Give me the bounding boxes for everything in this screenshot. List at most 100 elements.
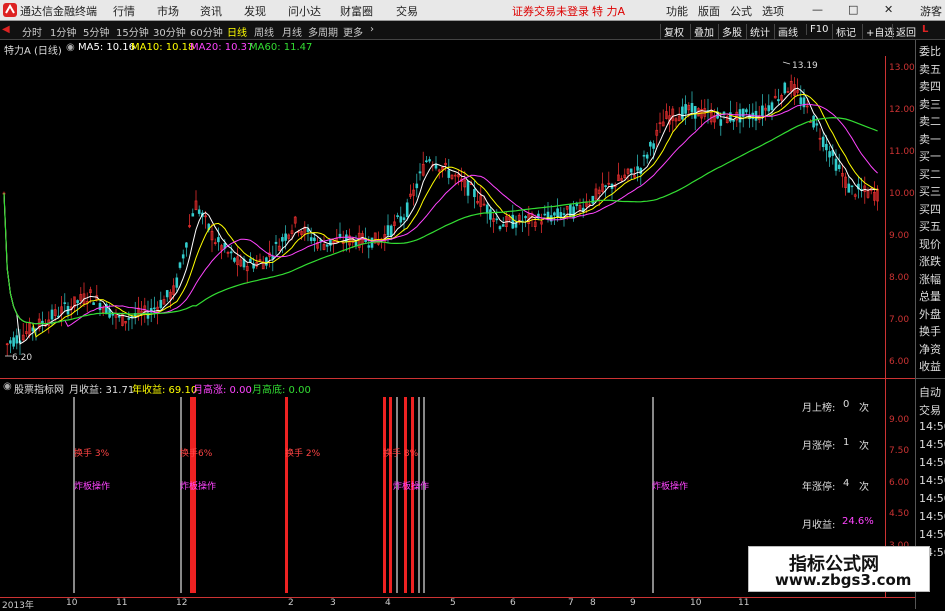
trade-panel-item[interactable]: 14:50: [919, 438, 945, 451]
trade-panel-item[interactable]: 14:50: [919, 528, 945, 541]
trade-panel-item[interactable]: 14:50: [919, 420, 945, 433]
quote-panel-item[interactable]: 收益: [919, 358, 941, 374]
chart-settings-icon[interactable]: ◉: [66, 42, 75, 53]
btn-overlay[interactable]: 叠加: [690, 24, 714, 39]
trade-panel-item[interactable]: 14:50: [919, 492, 945, 505]
signal-label: 炸板操作: [652, 482, 689, 492]
minimize-icon[interactable]: —: [812, 3, 823, 16]
indicator-info-bar: ◉ 股票指标网 月收益: 31.71 年收益: 69.10 月高涨: 0.00 …: [0, 379, 885, 396]
ma5-value: MA5: 10.16: [78, 42, 136, 53]
app-title: 通达信金融终端: [20, 5, 97, 18]
date-axis: 2013年 10 11 12 2 3 4 5 6 7 8 9 10 11: [0, 597, 915, 611]
menu-news[interactable]: 资讯: [200, 3, 222, 19]
period-weekly[interactable]: 周线: [254, 24, 274, 39]
indicator-tick: 7.50: [889, 446, 910, 456]
period-more[interactable]: 更多: [343, 24, 363, 39]
user-label[interactable]: 游客: [920, 3, 942, 19]
login-status[interactable]: 证券交易未登录: [512, 3, 589, 19]
kline-chart[interactable]: 13.19 6.20: [0, 56, 885, 376]
period-intraday[interactable]: 分时: [22, 24, 42, 39]
date-tick: 2013年: [2, 601, 34, 611]
period-15min[interactable]: 15分钟: [116, 24, 149, 39]
more-chevron-icon[interactable]: ›: [370, 24, 374, 35]
stat-value: 24.6%: [842, 516, 874, 527]
period-1min[interactable]: 1分钟: [50, 24, 76, 39]
trade-panel-item[interactable]: 14:50: [919, 474, 945, 487]
indicator-settings-icon[interactable]: ◉: [3, 381, 12, 392]
level2-icon[interactable]: L: [922, 24, 928, 35]
price-tick: 6.00: [889, 357, 910, 367]
btn-mark[interactable]: 标记: [832, 24, 856, 39]
period-arrow-icon[interactable]: ◀: [2, 24, 10, 35]
signal-label: 换手 3%: [74, 449, 110, 459]
quote-panel-item[interactable]: 买四: [919, 201, 941, 217]
quote-panel-item[interactable]: 买三: [919, 183, 941, 199]
btn-adjust[interactable]: 复权: [660, 24, 684, 39]
stat-label: 月涨停:: [802, 441, 836, 452]
menu-hq[interactable]: 行情: [113, 3, 135, 19]
period-60min[interactable]: 60分钟: [190, 24, 223, 39]
period-multi[interactable]: 多周期: [308, 24, 338, 39]
quote-panel-item[interactable]: 买五: [919, 218, 941, 234]
quote-panel: 委比卖五 卖四卖三 卖二卖一 买一买二 买三买四 买五现价 涨跌涨幅 总量外盘 换手净资 收益 自…: [915, 40, 945, 609]
chart-info-bar: 特力A (日线) ◉ MA5: 10.16 MA10: 10.18 MA20: …: [0, 40, 915, 57]
quote-panel-item[interactable]: 卖四: [919, 78, 941, 94]
btn-back[interactable]: 返回: [892, 24, 916, 39]
indicator-tick: 4.50: [889, 509, 910, 519]
quote-panel-item[interactable]: 换手: [919, 323, 941, 339]
menu-market[interactable]: 市场: [157, 3, 179, 19]
quote-panel-item[interactable]: 卖二: [919, 113, 941, 129]
trade-panel-item[interactable]: 14:50: [919, 456, 945, 469]
period-daily[interactable]: 日线: [227, 24, 247, 39]
signal-bar: [404, 397, 407, 593]
restore-icon[interactable]: □: [848, 3, 858, 16]
btn-multistock[interactable]: 多股: [718, 24, 742, 39]
price-tick: 11.00: [889, 147, 915, 157]
signal-bar: [285, 397, 288, 593]
btn-draw[interactable]: 画线: [774, 24, 798, 39]
trade-panel-item[interactable]: 交易: [919, 402, 941, 418]
signal-bar: [193, 397, 196, 593]
stat-value: 0: [843, 399, 850, 410]
quote-panel-item[interactable]: 涨跌: [919, 253, 941, 269]
quote-panel-item[interactable]: 委比: [919, 43, 941, 59]
ma60-line: [3, 116, 878, 325]
quote-panel-item[interactable]: 卖三: [919, 96, 941, 112]
price-tick: 13.00: [889, 63, 915, 73]
quote-panel-item[interactable]: 总量: [919, 288, 941, 304]
trade-panel-item[interactable]: 自动: [919, 384, 941, 400]
indicator-tick: 9.00: [889, 415, 910, 425]
signal-bar: [423, 397, 425, 593]
menu-trade[interactable]: 交易: [396, 3, 418, 19]
quote-panel-item[interactable]: 买二: [919, 166, 941, 182]
menu-discover[interactable]: 发现: [244, 3, 266, 19]
close-icon[interactable]: ✕: [884, 3, 893, 16]
menu-xiaoda[interactable]: 问小达: [288, 3, 321, 19]
quote-panel-item[interactable]: 外盘: [919, 306, 941, 322]
quote-panel-item[interactable]: 卖五: [919, 61, 941, 77]
btn-formula[interactable]: 公式: [730, 3, 752, 19]
signal-bar: [73, 397, 75, 593]
period-30min[interactable]: 30分钟: [153, 24, 186, 39]
btn-f10[interactable]: F10: [806, 24, 828, 35]
period-5min[interactable]: 5分钟: [83, 24, 109, 39]
btn-add-favorite[interactable]: +自选: [862, 24, 894, 39]
btn-layout[interactable]: 版面: [698, 3, 720, 19]
trade-panel-item[interactable]: 14:50: [919, 510, 945, 523]
btn-stats[interactable]: 统计: [746, 24, 770, 39]
indicator-name[interactable]: 股票指标网: [14, 381, 64, 396]
period-monthly[interactable]: 月线: [282, 24, 302, 39]
signal-label: 换手 2%: [285, 449, 321, 459]
quote-panel-item[interactable]: 卖一: [919, 131, 941, 147]
btn-options[interactable]: 选项: [762, 3, 784, 19]
signal-bar: [411, 397, 414, 593]
quote-panel-item[interactable]: 现价: [919, 236, 941, 252]
price-axis: 13.00 12.00 11.00 10.00 9.00 8.00 7.00 6…: [885, 56, 916, 378]
quote-panel-item[interactable]: 买一: [919, 148, 941, 164]
quote-panel-item[interactable]: 涨幅: [919, 271, 941, 287]
btn-function[interactable]: 功能: [666, 3, 688, 19]
menu-wealth[interactable]: 财富圈: [340, 3, 373, 19]
high-price-label: 13.19: [792, 61, 818, 71]
stat-unit: 次: [859, 482, 869, 493]
quote-panel-item[interactable]: 净资: [919, 341, 941, 357]
